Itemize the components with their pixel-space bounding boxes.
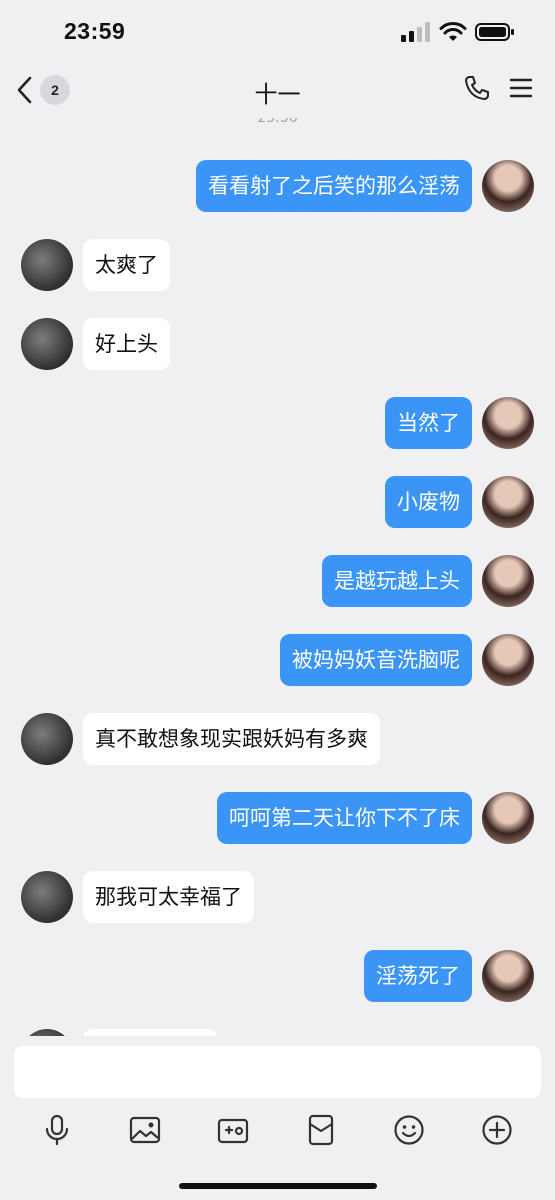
status-icons [401, 20, 515, 44]
my-avatar[interactable] [482, 160, 534, 212]
wifi-icon [439, 22, 467, 41]
message-bubble[interactable]: 看看射了之后笑的那么淫荡 [196, 160, 472, 212]
cellular-signal-icon [401, 22, 430, 42]
message-bubble[interactable]: 好上头 [83, 318, 170, 370]
more-button[interactable] [477, 1110, 517, 1150]
phone-icon[interactable] [463, 74, 491, 102]
red-packet-button[interactable] [301, 1110, 341, 1150]
message-bubble[interactable]: 被妈妈妖音洗脑呢 [280, 634, 472, 686]
message-bubble[interactable]: 是越玩越上头 [322, 555, 472, 607]
my-avatar[interactable] [482, 634, 534, 686]
composer [0, 1036, 555, 1200]
message-list[interactable]: 看看射了之后笑的那么淫荡 太爽了 好上头 当然了 小废物 是越玩越上头 被妈妈妖… [0, 118, 555, 1038]
message-bubble[interactable]: 淫荡死了 [364, 950, 472, 1002]
my-avatar[interactable] [482, 476, 534, 528]
composer-toolbar [0, 1110, 555, 1150]
contact-avatar[interactable] [21, 871, 73, 923]
contact-avatar[interactable] [21, 239, 73, 291]
menu-icon[interactable] [509, 77, 533, 99]
chat-header: 2 十一 [0, 66, 555, 118]
emoji-button[interactable] [389, 1110, 429, 1150]
message-input[interactable] [14, 1046, 541, 1098]
camera-button[interactable] [213, 1110, 253, 1150]
message-bubble[interactable]: 那我可太幸福了 [83, 871, 254, 923]
message-bubble[interactable]: 当然了 [385, 397, 472, 449]
message-bubble[interactable]: 呵呵第二天让你下不了床 [217, 792, 472, 844]
red-packet-icon [308, 1114, 334, 1146]
camera-icon [217, 1118, 249, 1144]
microphone-icon [45, 1114, 69, 1146]
message-bubble[interactable]: 小废物 [385, 476, 472, 528]
my-avatar[interactable] [482, 950, 534, 1002]
contact-avatar[interactable] [21, 713, 73, 765]
emoji-icon [394, 1115, 424, 1145]
image-icon [129, 1116, 161, 1144]
status-bar: 23:59 [0, 0, 555, 66]
plus-icon [482, 1115, 512, 1145]
contact-avatar[interactable] [21, 318, 73, 370]
message-bubble[interactable]: 真不敢想象现实跟妖妈有多爽 [83, 713, 380, 765]
my-avatar[interactable] [482, 792, 534, 844]
home-indicator [179, 1183, 377, 1189]
message-bubble[interactable]: 太爽了 [83, 239, 170, 291]
my-avatar[interactable] [482, 555, 534, 607]
status-time: 23:59 [64, 18, 126, 44]
photo-button[interactable] [125, 1110, 165, 1150]
voice-button[interactable] [37, 1110, 77, 1150]
my-avatar[interactable] [482, 397, 534, 449]
battery-icon [475, 23, 514, 41]
